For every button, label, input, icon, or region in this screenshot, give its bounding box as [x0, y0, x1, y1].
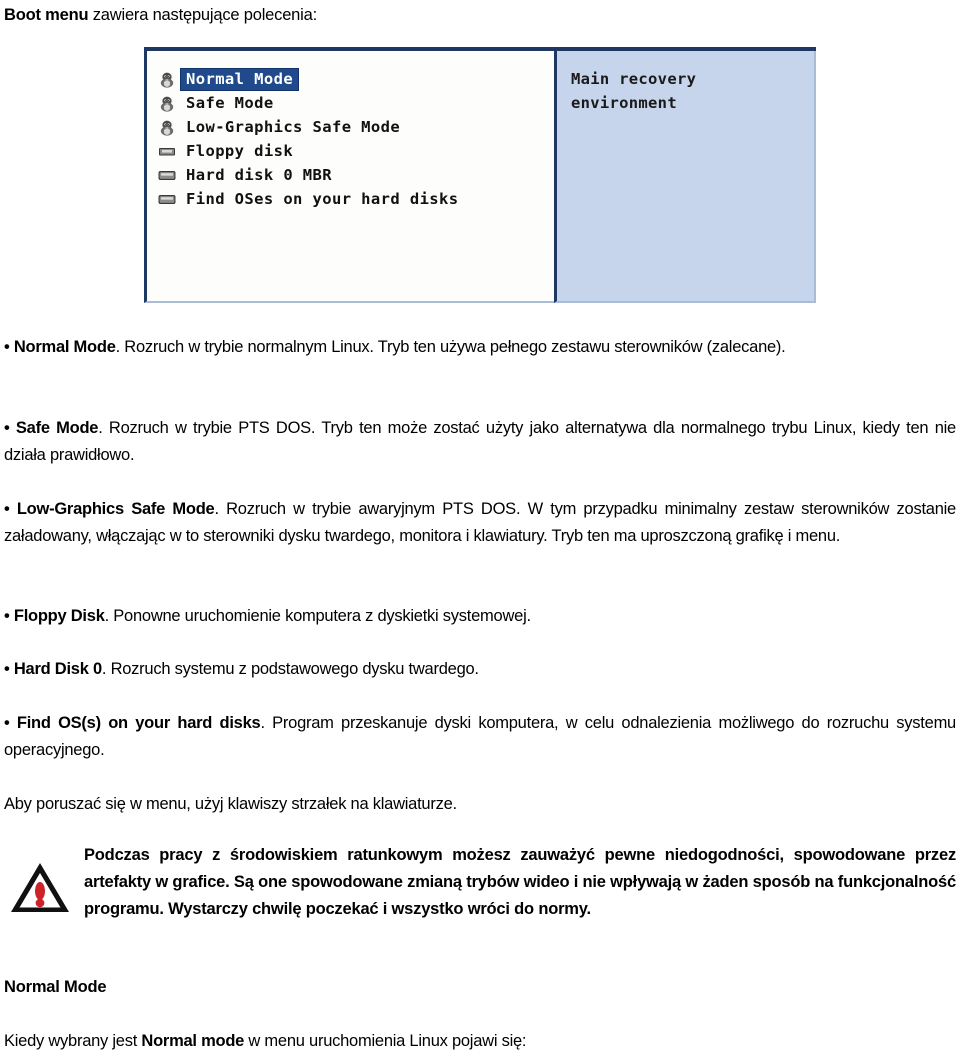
penguin-icon — [157, 71, 177, 88]
description-term: • Hard Disk 0 — [4, 660, 102, 678]
boot-menu-item-low-graphics-safe-mode[interactable]: Low-Graphics Safe Mode — [157, 115, 554, 139]
info-pane-line-1: Main recovery — [571, 70, 697, 88]
description-term: • Normal Mode — [4, 338, 116, 356]
boot-menu-item-label: Low-Graphics Safe Mode — [186, 117, 401, 136]
description-floppy-disk: • Floppy Disk. Ponowne uruchomienie komp… — [4, 603, 956, 630]
boot-menu-info-pane: Main recovery environment — [554, 51, 816, 303]
intro-heading: Boot menu zawiera następujące polecenia: — [4, 4, 317, 26]
closing-bold: Normal mode — [141, 1032, 245, 1050]
description-term: • Safe Mode — [4, 419, 99, 437]
description-low-graphics-safe-mode: • Low-Graphics Safe Mode. Rozruch w tryb… — [4, 496, 956, 550]
boot-menu-item-find-oses[interactable]: Find OSes on your hard disks — [157, 187, 554, 211]
boot-menu-item-label: Hard disk 0 MBR — [186, 165, 332, 184]
boot-menu-item-label: Find OSes on your hard disks — [186, 189, 459, 208]
boot-menu-list: Normal Mode Safe Mode Low-Graphics Safe … — [157, 67, 554, 211]
info-pane-text: Main recovery environment — [571, 67, 814, 115]
floppy-disk-icon — [157, 143, 177, 160]
description-text: . Rozruch w trybie PTS DOS. Tryb ten moż… — [4, 419, 956, 464]
description-text: . Rozruch systemu z podstawowego dysku t… — [101, 660, 479, 678]
penguin-icon — [157, 95, 177, 112]
boot-menu-item-label: Normal Mode — [181, 68, 299, 90]
boot-menu-item-label: Floppy disk — [186, 141, 294, 160]
description-find-oses: • Find OS(s) on your hard disks. Program… — [4, 710, 956, 764]
hard-disk-icon — [157, 167, 177, 184]
info-pane-line-2: environment — [571, 94, 677, 112]
boot-menu-item-floppy-disk[interactable]: Floppy disk — [157, 139, 554, 163]
document-page: Boot menu zawiera następujące polecenia: — [0, 0, 960, 1059]
boot-menu-item-safe-mode[interactable]: Safe Mode — [157, 91, 554, 115]
boot-menu-item-label: Safe Mode — [186, 93, 274, 112]
boot-menu-pane: Normal Mode Safe Mode Low-Graphics Safe … — [144, 51, 554, 303]
description-term: • Low-Graphics Safe Mode — [4, 500, 215, 518]
boot-menu-item-normal-mode[interactable]: Normal Mode — [157, 67, 554, 91]
description-term: • Floppy Disk — [4, 607, 105, 625]
navigation-note: Aby poruszać się w menu, użyj klawiszy s… — [4, 795, 457, 813]
intro-rest: zawiera następujące polecenia: — [88, 6, 317, 24]
description-text: . Ponowne uruchomienie komputera z dyski… — [104, 607, 531, 625]
description-hard-disk-0: • Hard Disk 0. Rozruch systemu z podstaw… — [4, 656, 956, 683]
boot-menu-item-hard-disk-0-mbr[interactable]: Hard disk 0 MBR — [157, 163, 554, 187]
closing-post: w menu uruchomienia Linux pojawi się: — [244, 1032, 527, 1050]
penguin-icon — [157, 119, 177, 136]
description-term: • Find OS(s) on your hard disks — [4, 714, 261, 732]
warning-callout: Podczas pracy z środowiskiem ratunkowym … — [4, 842, 956, 923]
hard-disk-icon — [157, 191, 177, 208]
section-title-normal-mode: Normal Mode — [4, 978, 107, 996]
boot-menu-screenshot: Normal Mode Safe Mode Low-Graphics Safe … — [144, 47, 816, 303]
closing-sentence: Kiedy wybrany jest Normal mode w menu ur… — [4, 1032, 527, 1051]
closing-pre: Kiedy wybrany jest — [4, 1032, 142, 1050]
description-text: . Rozruch w trybie normalnym Linux. Tryb… — [115, 338, 786, 356]
description-normal-mode: • Normal Mode. Rozruch w trybie normalny… — [4, 334, 956, 361]
intro-bold-lead: Boot menu — [4, 6, 89, 24]
warning-triangle-icon — [4, 850, 76, 916]
description-safe-mode: • Safe Mode. Rozruch w trybie PTS DOS. T… — [4, 415, 956, 469]
warning-text: Podczas pracy z środowiskiem ratunkowym … — [84, 846, 956, 918]
